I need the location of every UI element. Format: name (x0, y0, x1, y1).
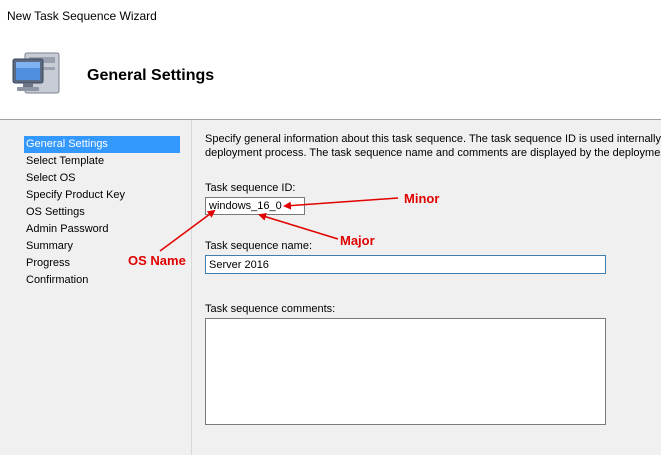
step-confirmation[interactable]: Confirmation (24, 272, 180, 289)
step-admin-password[interactable]: Admin Password (24, 221, 180, 238)
step-specify-product-key[interactable]: Specify Product Key (24, 187, 180, 204)
step-select-template[interactable]: Select Template (24, 153, 180, 170)
task-sequence-comments-label: Task sequence comments: (205, 303, 336, 315)
description-text: Specify general information about this t… (205, 132, 661, 160)
window-title: New Task Sequence Wizard (7, 9, 157, 23)
task-sequence-name-input[interactable] (205, 255, 606, 274)
task-sequence-name-label: Task sequence name: (205, 240, 313, 252)
minor-annotation: Minor (404, 191, 440, 206)
computer-monitor-icon (11, 51, 65, 100)
description-line-2: deployment process. The task sequence na… (205, 147, 661, 159)
page-title: General Settings (87, 67, 215, 84)
step-select-os[interactable]: Select OS (24, 170, 180, 187)
major-annotation: Major (340, 233, 375, 248)
os-name-annotation: OS Name (128, 253, 186, 268)
description-line-1: Specify general information about this t… (205, 133, 661, 145)
settings-panel: Specify general information about this t… (192, 120, 661, 455)
task-sequence-id-input[interactable] (205, 197, 305, 215)
task-sequence-comments-textarea[interactable] (205, 318, 606, 425)
task-sequence-id-label: Task sequence ID: (205, 182, 296, 194)
title-bar: New Task Sequence Wizard (0, 0, 661, 34)
wizard-steps-sidebar: General Settings Select Template Select … (0, 120, 191, 455)
wizard-banner: General Settings (0, 34, 661, 120)
step-os-settings[interactable]: OS Settings (24, 204, 180, 221)
step-general-settings[interactable]: General Settings (24, 136, 180, 153)
